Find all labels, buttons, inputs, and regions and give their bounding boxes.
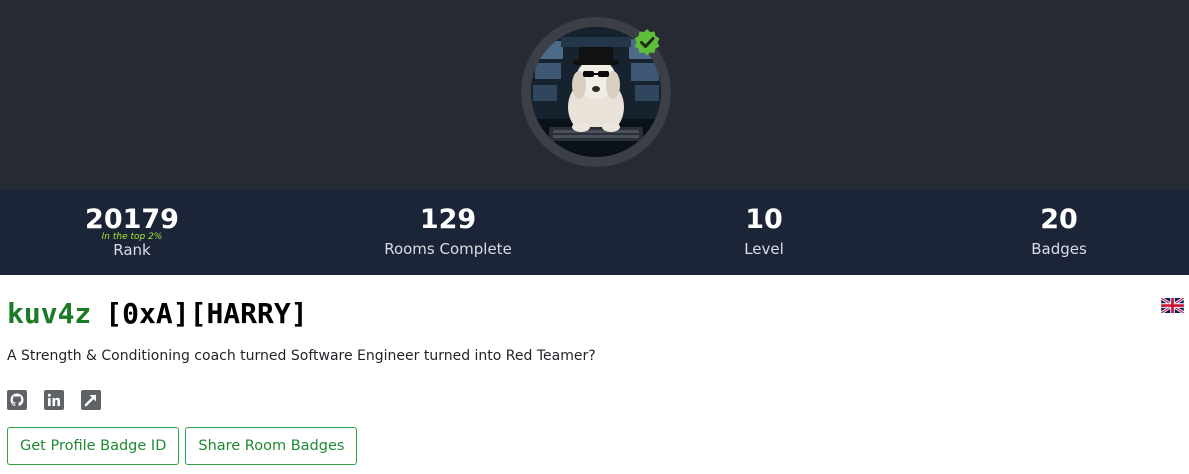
profile-actions: Get Profile Badge ID Share Room Badges (7, 427, 358, 465)
stat-rooms-complete: 129 Rooms Complete (384, 190, 512, 275)
level-label: Level (744, 240, 784, 258)
github-icon[interactable] (7, 390, 27, 410)
verified-check-icon (634, 29, 660, 56)
get-profile-badge-id-button[interactable]: Get Profile Badge ID (7, 427, 180, 465)
social-links (7, 390, 101, 410)
profile-bio: A Strength & Conditioning coach turned S… (7, 348, 596, 364)
share-room-badges-button[interactable]: Share Room Badges (185, 427, 358, 465)
stat-rank: 20179 In the top 2% Rank (85, 190, 179, 275)
rooms-complete-label: Rooms Complete (384, 240, 512, 258)
user-tag: [0xA][HARRY] (105, 296, 308, 330)
external-link-icon[interactable] (81, 390, 101, 410)
rooms-complete-value: 129 (419, 204, 477, 235)
badges-label: Badges (1031, 240, 1087, 258)
badges-value: 20 (1040, 204, 1078, 235)
profile-header (0, 0, 1189, 190)
level-value: 10 (745, 204, 783, 235)
stats-bar: 20179 In the top 2% Rank 129 Rooms Compl… (0, 190, 1189, 275)
rank-percentile: In the top 2% (101, 232, 163, 242)
stat-level: 10 Level (744, 190, 784, 275)
uk-flag-icon (1161, 298, 1184, 313)
profile-info: kuv4z [0xA][HARRY] (7, 290, 1184, 336)
rank-label: Rank (113, 241, 151, 259)
username: kuv4z (7, 296, 92, 330)
profile-title: kuv4z [0xA][HARRY] (7, 290, 1182, 336)
linkedin-icon[interactable] (44, 390, 64, 410)
stat-badges: 20 Badges (1031, 190, 1087, 275)
